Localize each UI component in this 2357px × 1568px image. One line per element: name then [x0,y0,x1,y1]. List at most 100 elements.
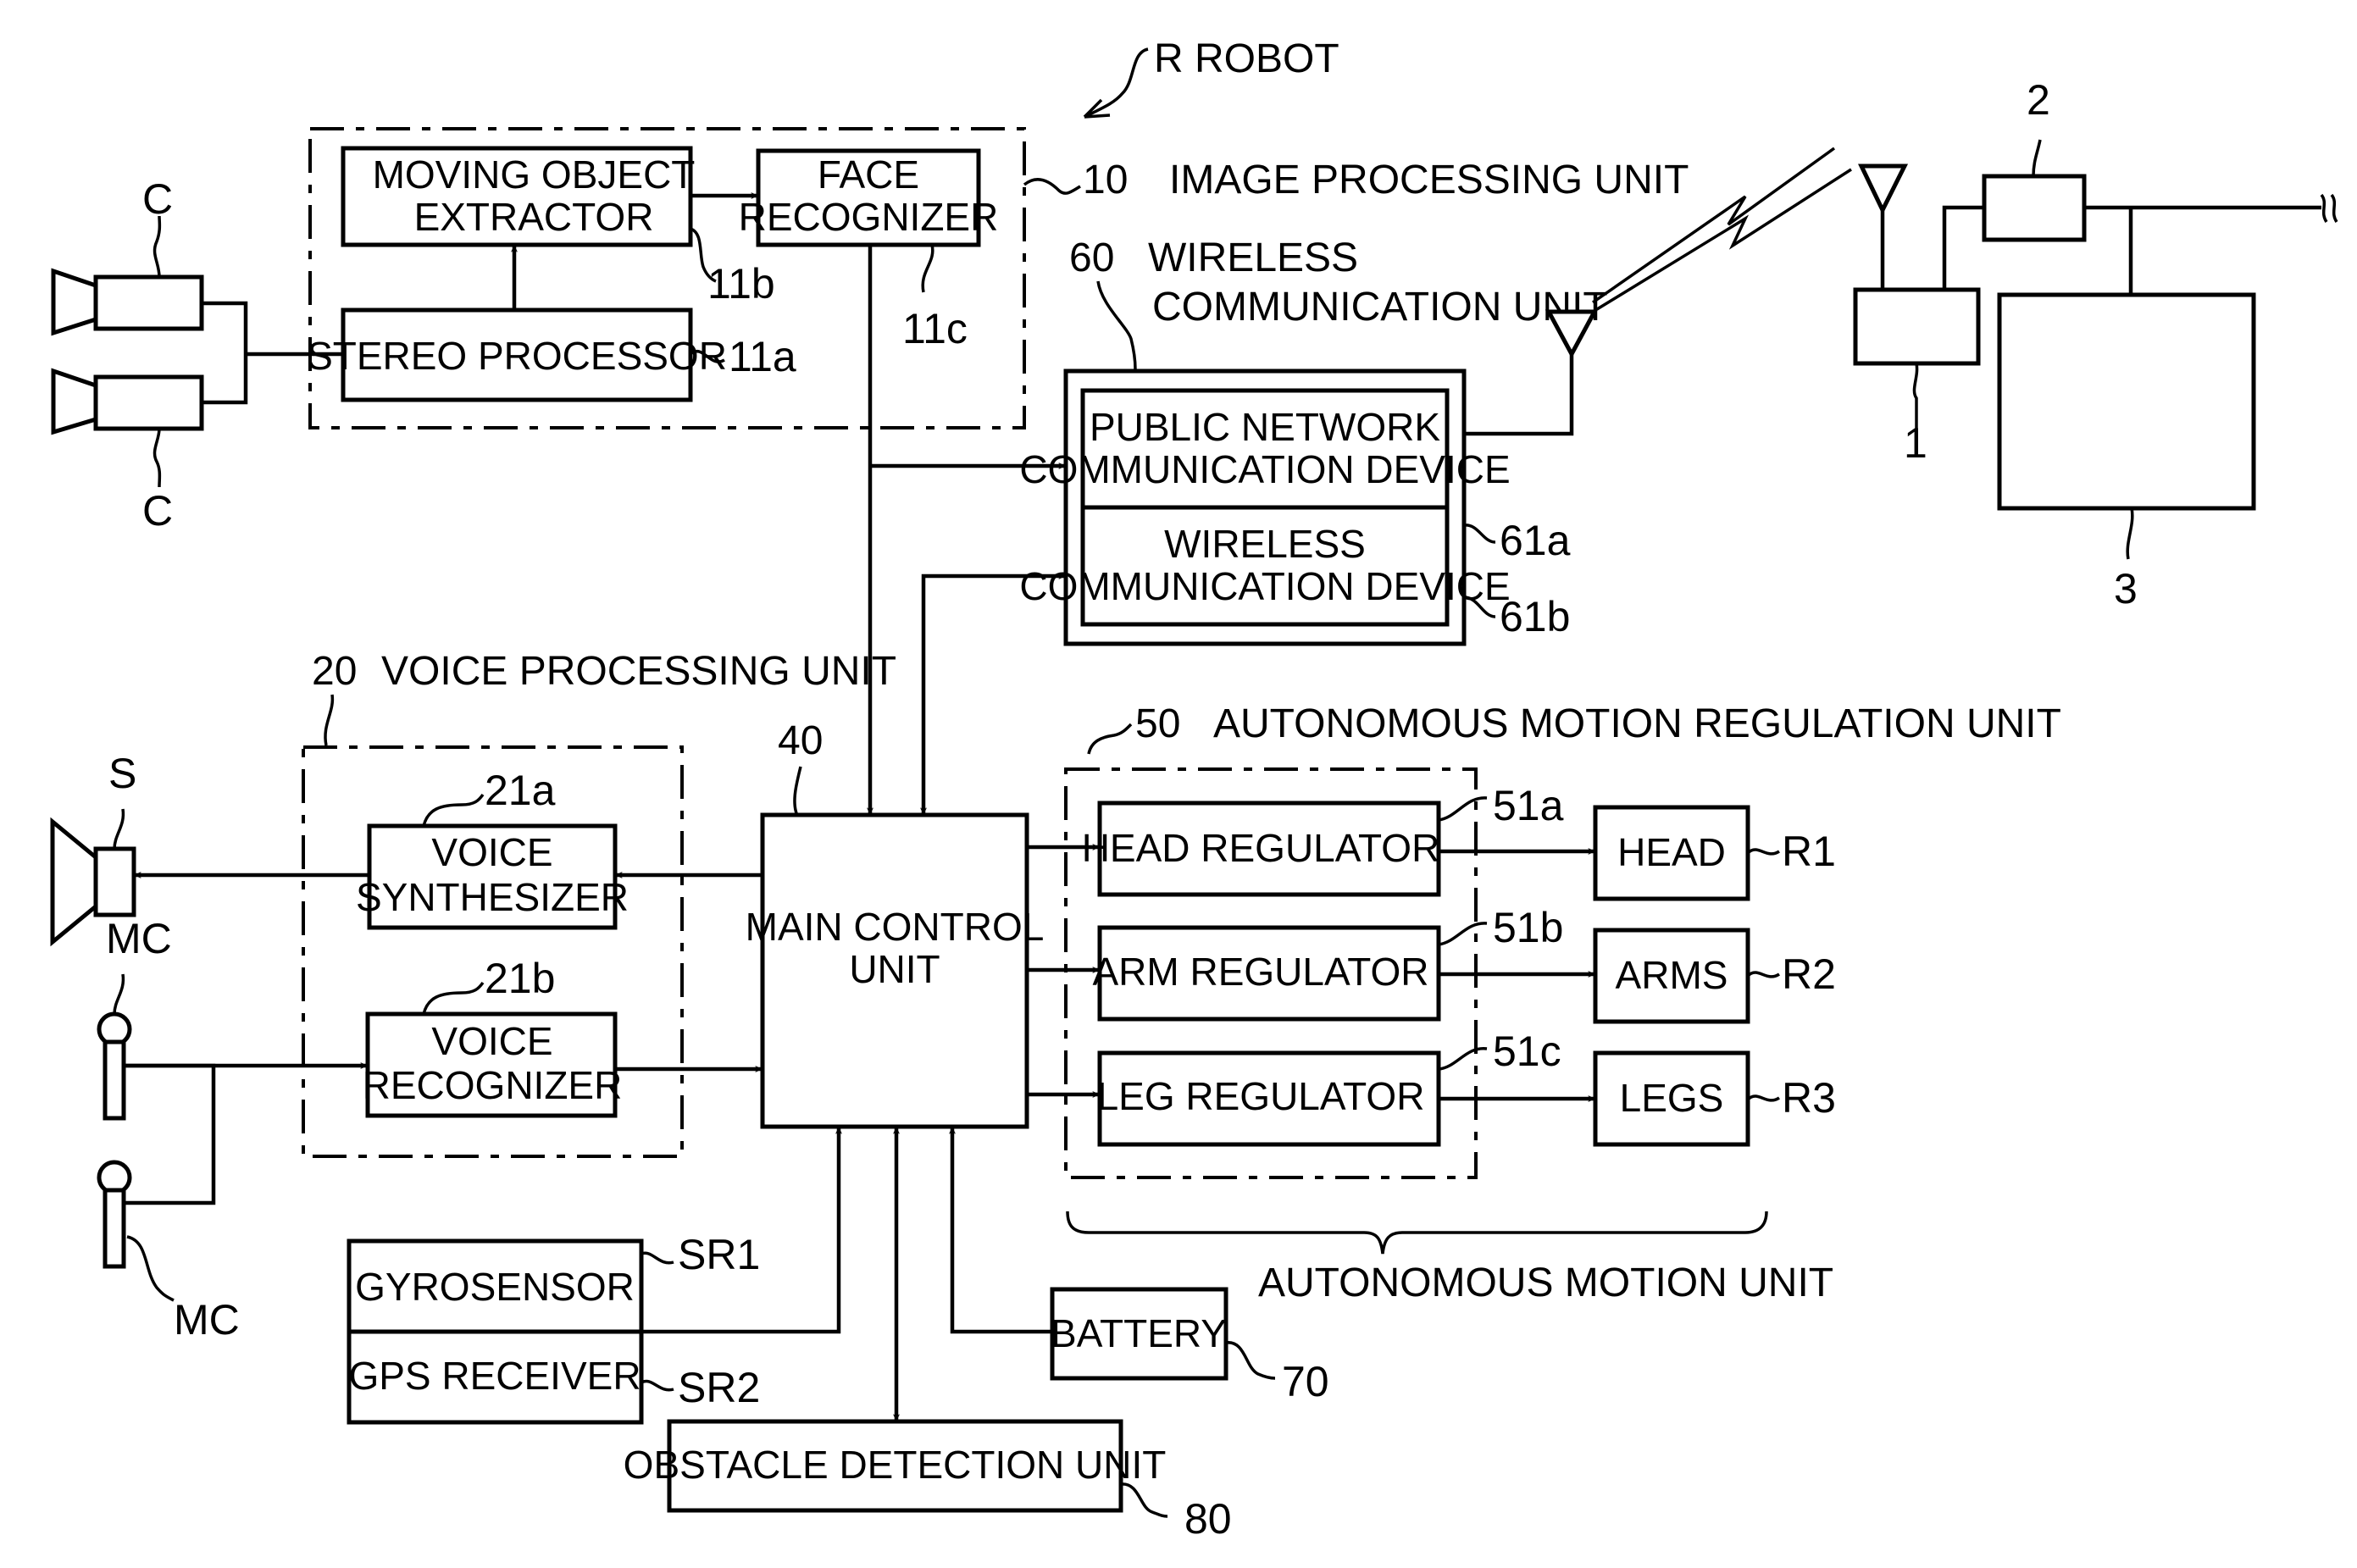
svg-text:SR1: SR1 [678,1231,760,1278]
svg-text:10: 10 [1083,158,1128,202]
gps-receiver-block[interactable]: GPS RECEIVER [347,1329,644,1425]
svg-text:MOVING OBJECT: MOVING OBJECT [373,152,696,197]
svg-text:MAIN CONTROL: MAIN CONTROL [746,905,1045,949]
external-device-3: 3 [1997,292,2256,612]
svg-text:R3: R3 [1782,1074,1836,1122]
svg-text:MC: MC [106,915,172,962]
public-network-communication-device[interactable]: PUBLIC NETWORK COMMUNICATION DEVICE [1019,388,1511,510]
svg-text:BATTERY: BATTERY [1051,1311,1227,1355]
battery-block[interactable]: BATTERY [1050,1287,1228,1381]
face-recognizer-ref: 11c [902,244,968,352]
camera-upper: C [51,175,204,336]
svg-text:SR2: SR2 [678,1364,760,1411]
svg-text:61a: 61a [1500,517,1571,564]
camera-lower: C [51,368,204,535]
battery-to-main-arrow [952,1128,1052,1334]
svg-text:VOICE: VOICE [431,1019,552,1063]
legs-block[interactable]: LEGS [1593,1050,1750,1147]
leg-regulator-block[interactable]: LEG REGULATOR [1097,1050,1441,1147]
gps-ref: SR2 [641,1364,760,1411]
arm-regulator-block[interactable]: ARM REGULATOR [1092,925,1441,1022]
svg-text:UNIT: UNIT [849,947,940,991]
svg-text:COMMUNICATION DEVICE: COMMUNICATION DEVICE [1019,564,1510,608]
base-antenna-icon [1858,163,1909,290]
svg-text:IMAGE PROCESSING UNIT: IMAGE PROCESSING UNIT [1169,158,1689,202]
svg-text:WIRELESS: WIRELESS [1148,235,1358,280]
svg-text:RECOGNIZER: RECOGNIZER [363,1063,623,1107]
svg-text:51a: 51a [1493,782,1564,829]
wireless-communication-device[interactable]: WIRELESS COMMUNICATION DEVICE [1019,505,1511,627]
svg-text:80: 80 [1184,1495,1232,1543]
voice-synthesizer-ref: 21a [422,767,556,827]
svg-text:R2: R2 [1782,950,1836,998]
main-wireless-bidirectional [923,576,1064,813]
svg-text:COMMUNICATION UNIT: COMMUNICATION UNIT [1152,285,1608,330]
line-break-icon [2320,193,2338,223]
svg-text:11b: 11b [707,260,775,308]
obstacle-detection-block[interactable]: OBSTACLE DETECTION UNIT [624,1419,1167,1513]
public-network-ref: 61a [1463,517,1571,564]
svg-text:LEGS: LEGS [1620,1076,1724,1120]
svg-text:VOICE PROCESSING UNIT: VOICE PROCESSING UNIT [381,649,896,694]
gyrosensor-ref: SR1 [641,1231,760,1278]
svg-text:COMMUNICATION DEVICE: COMMUNICATION DEVICE [1019,447,1510,491]
svg-text:C: C [142,487,173,535]
svg-text:PUBLIC NETWORK: PUBLIC NETWORK [1090,405,1440,449]
microphone-upper-icon: MC [97,915,172,1121]
svg-text:21a: 21a [485,767,556,814]
arms-ref: R2 [1746,950,1836,998]
svg-text:11a: 11a [729,333,796,380]
svg-text:50: 50 [1135,701,1180,746]
arms-block[interactable]: ARMS [1593,928,1750,1024]
svg-text:SYNTHESIZER: SYNTHESIZER [356,875,629,919]
image-processing-unit-label: 10 IMAGE PROCESSING UNIT [1023,158,1689,202]
gyrosensor-block[interactable]: GYROSENSOR [347,1238,644,1334]
external-device-2: 2 [1982,76,2087,242]
svg-text:40: 40 [778,718,823,763]
svg-text:HEAD REGULATOR: HEAD REGULATOR [1082,826,1440,870]
svg-text:MC: MC [174,1296,240,1344]
face-recognizer-block[interactable]: FACE RECOGNIZER [739,148,999,247]
autonomous-motion-unit-label: AUTONOMOUS MOTION UNIT [1258,1260,1833,1305]
svg-text:WIRELESS: WIRELESS [1164,522,1366,566]
svg-text:60: 60 [1069,235,1114,280]
svg-text:70: 70 [1282,1358,1329,1405]
battery-ref: 70 [1225,1341,1329,1405]
autonomous-regulation-label: 50 AUTONOMOUS MOTION REGULATION UNIT [1087,701,2061,755]
head-block[interactable]: HEAD [1593,805,1750,901]
head-regulator-block[interactable]: HEAD REGULATOR [1082,801,1441,897]
mic-wiring [124,1063,216,1205]
voice-recognizer-block[interactable]: VOICE RECOGNIZER [363,1011,623,1118]
head-ref: R1 [1746,828,1836,875]
robot-label: R ROBOT [1083,36,1339,119]
camera-to-stereo-line [202,301,343,405]
svg-text:ARM REGULATOR: ARM REGULATOR [1092,950,1428,994]
svg-text:OBSTACLE DETECTION UNIT: OBSTACLE DETECTION UNIT [624,1443,1167,1487]
microphone-lower-icon: MC [97,1160,240,1344]
svg-text:11c: 11c [902,305,968,352]
svg-text:EXTRACTOR: EXTRACTOR [414,195,654,239]
robot-block-diagram: marker path{stroke-width:3;} R ROBOT 10 … [50,36,2338,1543]
svg-text:LEG REGULATOR: LEG REGULATOR [1097,1074,1425,1118]
main-control-unit-ref: 40 [778,718,823,814]
moving-object-extractor-block[interactable]: MOVING OBJECT EXTRACTOR [341,146,696,247]
voice-recognizer-ref: 21b [422,955,555,1015]
svg-text:61b: 61b [1500,593,1570,640]
svg-text:C: C [142,175,173,223]
svg-text:20: 20 [312,649,357,694]
legs-ref: R3 [1746,1074,1836,1122]
voice-synthesizer-block[interactable]: VOICE SYNTHESIZER [356,823,629,930]
svg-text:51b: 51b [1493,904,1563,951]
robot-antenna-icon [1464,309,1599,436]
svg-text:AUTONOMOUS MOTION REGULATION U: AUTONOMOUS MOTION REGULATION UNIT [1213,701,2061,746]
stereo-processor-block[interactable]: STEREO PROCESSOR [307,308,727,402]
autonomous-motion-brace [1066,1211,1768,1255]
svg-text:51c: 51c [1493,1028,1561,1075]
wireless-unit-label: 60 WIRELESS COMMUNICATION UNIT [1069,235,1608,370]
main-control-unit-block[interactable]: MAIN CONTROL UNIT [746,812,1045,1129]
svg-text:FACE: FACE [818,152,919,197]
svg-text:GYROSENSOR: GYROSENSOR [355,1265,635,1309]
obstacle-ref: 80 [1120,1482,1232,1543]
leg-regulator-ref: 51c [1438,1028,1561,1075]
speaker-icon: S [50,750,136,947]
